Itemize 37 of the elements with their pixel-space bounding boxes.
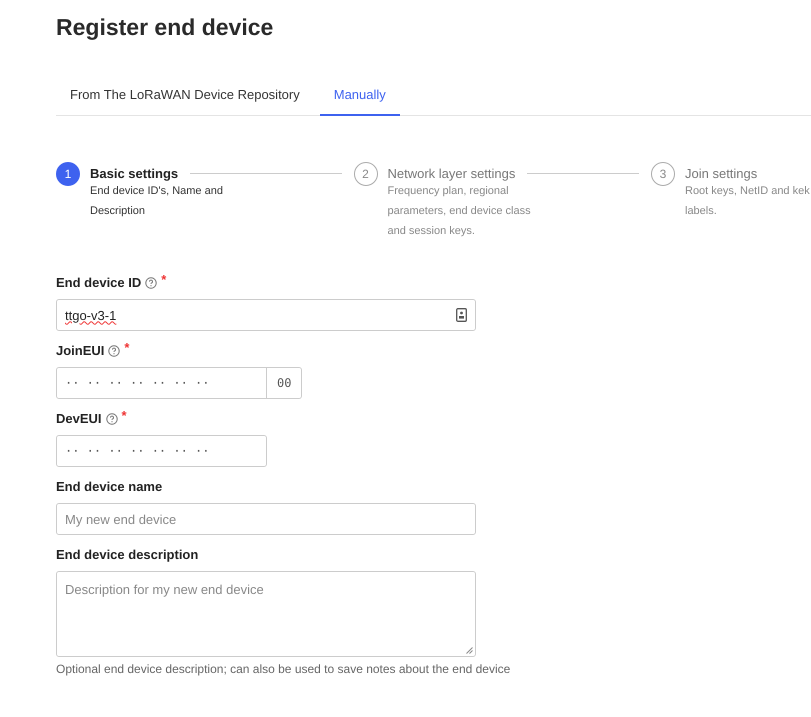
input-field[interactable]: ttgo-v3-1 <box>56 299 476 331</box>
input-field[interactable]: My new end device <box>56 503 476 535</box>
help-icon[interactable] <box>108 345 120 357</box>
field-label: JoinEUI <box>56 343 104 358</box>
step-title: Network layer settings <box>388 166 516 181</box>
field-label: End device description <box>56 547 198 562</box>
field-placeholder: ·· ·· ·· ·· ·· ·· ·· <box>65 376 210 390</box>
step-description: End device ID's, Name and Description <box>90 184 224 219</box>
textarea-field[interactable]: Description for my new end device <box>56 571 476 657</box>
step-title: Basic settings <box>90 166 178 181</box>
field-hint: Optional end device description; can also be used to save notes about the end device <box>56 661 510 677</box>
input-field[interactable]: ·· ·· ·· ·· ·· ·· ·· <box>56 435 267 467</box>
step-number: 1 <box>56 162 80 186</box>
step-title: Join settings <box>685 166 758 181</box>
step-number: 2 <box>354 162 378 186</box>
field-label: End device name <box>56 479 162 494</box>
tab[interactable]: From The LoRaWAN Device Repository <box>56 81 314 116</box>
field-placeholder: Description for my new end device <box>65 582 264 597</box>
field-placeholder: My new end device <box>65 512 176 526</box>
page-title: Register end device <box>56 14 274 41</box>
field-label: End device ID <box>56 275 142 290</box>
input-field[interactable]: ·· ·· ·· ·· ·· ·· ·· <box>56 367 267 399</box>
tab[interactable]: Manually <box>320 81 400 116</box>
step-description: Frequency plan, regional parameters, end device class and session keys. <box>388 184 532 239</box>
step-description: Root keys, NetID and kek labels. <box>685 184 811 219</box>
required-asterisk: * <box>161 272 166 287</box>
fill-zeros-button[interactable]: 00 <box>267 367 302 399</box>
required-asterisk: * <box>124 340 130 355</box>
help-icon[interactable] <box>145 277 158 289</box>
required-asterisk: * <box>122 408 127 423</box>
help-icon[interactable] <box>106 413 118 425</box>
step-number: 3 <box>651 162 675 186</box>
field-value: ttgo-v3-1 <box>65 308 116 322</box>
contact-card-icon[interactable] <box>456 308 467 322</box>
field-placeholder: ·· ·· ·· ·· ·· ·· ·· <box>65 444 210 458</box>
resize-handle-icon[interactable] <box>466 647 473 654</box>
field-label: DevEUI <box>56 411 102 426</box>
